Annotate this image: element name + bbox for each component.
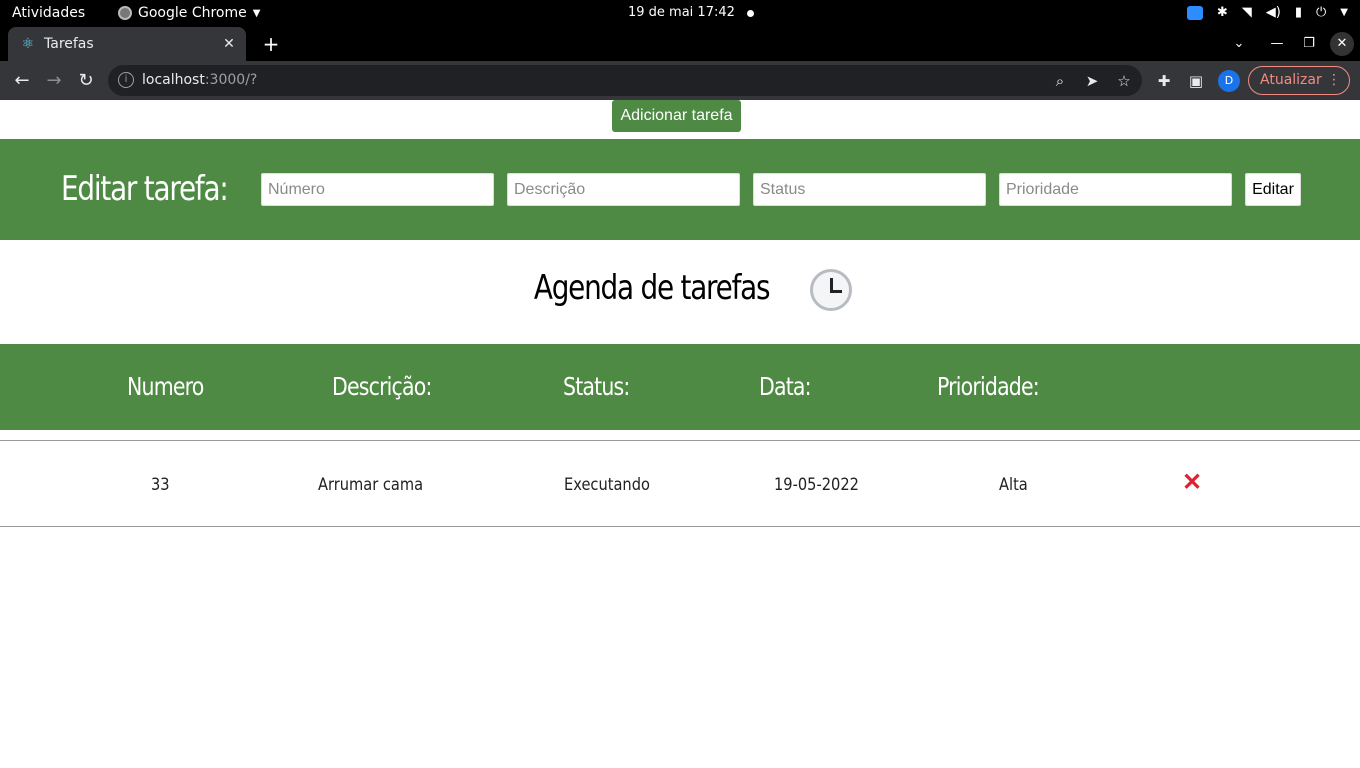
tab-title: Tarefas [44, 36, 94, 52]
descricao-input[interactable] [507, 173, 740, 206]
cell-status: Executando [564, 475, 650, 495]
edit-task-title: Editar tarefa: [61, 169, 229, 209]
page-title: Agenda de tarefas [0, 268, 1360, 311]
info-icon[interactable]: i [118, 72, 134, 88]
clock[interactable]: 19 de mai 17:42 [628, 5, 735, 20]
edit-button[interactable]: Editar [1245, 173, 1301, 206]
activities-button[interactable]: Atividades [12, 5, 85, 21]
system-top-bar: Atividades Google Chrome ▼ 19 de mai 17:… [0, 0, 1360, 27]
header-prioridade: Prioridade: [937, 372, 1040, 401]
wifi-icon[interactable]: ◥ [1242, 4, 1252, 22]
clock-icon [810, 268, 853, 311]
side-panel-icon[interactable]: ▣ [1184, 69, 1208, 93]
tab-search-icon[interactable]: ⌄ [1227, 32, 1251, 56]
avatar[interactable]: D [1218, 70, 1240, 92]
address-bar[interactable]: i localhost:3000/? ⌕ ➤ ☆ [108, 65, 1142, 96]
chevron-down-icon[interactable]: ▼ [1340, 4, 1348, 22]
cell-data: 19-05-2022 [774, 475, 859, 495]
close-tab-icon[interactable]: ✕ [220, 35, 238, 53]
power-icon[interactable]: ⏻ [1316, 4, 1326, 22]
update-label: Atualizar [1260, 72, 1322, 88]
zoom-icon[interactable] [1186, 6, 1203, 20]
page-content: Adicionar tarefa Editar tarefa: Editar A… [0, 100, 1360, 768]
slack-icon[interactable]: ✱ [1217, 4, 1228, 22]
prioridade-input[interactable] [999, 173, 1232, 206]
header-data: Data: [759, 372, 812, 401]
numero-input[interactable] [261, 173, 494, 206]
star-icon[interactable]: ☆ [1113, 70, 1135, 92]
cell-descricao: Arrumar cama [318, 475, 424, 495]
minimize-icon[interactable]: — [1265, 32, 1289, 56]
chevron-down-icon: ▼ [252, 7, 261, 19]
delete-icon[interactable]: ✕ [1180, 471, 1204, 495]
restore-icon[interactable]: ❐ [1297, 32, 1321, 56]
forward-icon[interactable]: → [42, 69, 66, 93]
app-name: Google Chrome [138, 5, 247, 21]
update-button[interactable]: Atualizar ⋮ [1248, 66, 1350, 95]
zoom-lens-icon[interactable]: ⌕ [1049, 70, 1071, 92]
tab-strip: ⚛ Tarefas ✕ + ⌄ — ❐ ✕ [0, 27, 1360, 61]
add-task-button[interactable]: Adicionar tarefa [612, 100, 741, 132]
system-tray[interactable]: ✱ ◥ ◀) ▮ ⏻ ▼ [1186, 4, 1348, 22]
reload-icon[interactable]: ↻ [74, 69, 98, 93]
url-text[interactable]: localhost:3000/? [142, 72, 257, 88]
cell-prioridade: Alta [999, 475, 1028, 495]
notification-dot-icon [747, 10, 754, 17]
status-input[interactable] [753, 173, 986, 206]
more-menu-icon[interactable]: ⋮ [1327, 67, 1341, 94]
header-descricao: Descrição: [332, 372, 432, 401]
table-row: 33 Arrumar cama Executando 19-05-2022 Al… [0, 440, 1360, 527]
agenda-title-text: Agenda de tarefas [533, 268, 771, 308]
header-status: Status: [563, 372, 630, 401]
table-header: Numero Descrição: Status: Data: Priorida… [0, 344, 1360, 430]
new-tab-button[interactable]: + [260, 33, 282, 55]
react-icon: ⚛ [21, 36, 35, 52]
cell-numero: 33 [151, 475, 170, 495]
tab-tarefas[interactable]: ⚛ Tarefas ✕ [8, 27, 246, 61]
header-numero: Numero [127, 372, 204, 401]
send-icon[interactable]: ➤ [1081, 70, 1103, 92]
chrome-icon [118, 6, 132, 20]
browser-toolbar: ← → ↻ i localhost:3000/? ⌕ ➤ ☆ ✚ ▣ D Atu… [0, 61, 1360, 100]
close-window-icon[interactable]: ✕ [1330, 32, 1354, 56]
edit-task-form: Editar tarefa: Editar [0, 139, 1360, 240]
volume-icon[interactable]: ◀) [1266, 4, 1281, 22]
extensions-icon[interactable]: ✚ [1152, 69, 1176, 93]
microphone-icon[interactable]: ▮ [1295, 4, 1302, 22]
back-icon[interactable]: ← [10, 69, 34, 93]
app-menu[interactable]: Google Chrome ▼ [118, 5, 260, 21]
